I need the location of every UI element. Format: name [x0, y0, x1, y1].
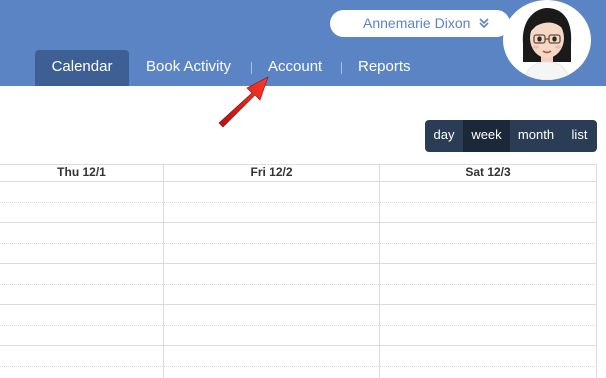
user-menu[interactable]: Annemarie Dixon	[330, 10, 510, 37]
slot-line	[0, 202, 597, 203]
slot-line	[0, 325, 597, 326]
tab-calendar[interactable]: Calendar	[35, 50, 129, 86]
view-day-button[interactable]: day	[425, 120, 463, 152]
slot-line	[0, 263, 597, 264]
view-month-button[interactable]: month	[510, 120, 562, 152]
avatar[interactable]	[503, 0, 591, 80]
view-switcher: day week month list	[425, 120, 597, 152]
tab-account-label: Account	[268, 58, 323, 75]
calendar-week-grid: Thu 12/1 Fri 12/2 Sat 12/3	[0, 164, 597, 378]
slot-line	[0, 243, 597, 244]
slot-line	[0, 345, 597, 346]
tab-reports-label: Reports	[358, 58, 411, 75]
avatar-illustration	[522, 8, 572, 80]
column-header-fri: Fri 12/2	[250, 165, 293, 179]
view-month-label: month	[517, 127, 555, 142]
column-header-thu: Thu 12/1	[57, 165, 106, 179]
tab-account[interactable]: Account	[268, 50, 322, 86]
view-week-button[interactable]: week	[463, 120, 510, 152]
nav-separator	[341, 62, 342, 74]
slot-line	[0, 284, 597, 285]
slot-line	[0, 366, 597, 367]
slot-line	[0, 304, 597, 305]
column-header-sat: Sat 12/3	[465, 165, 511, 179]
tab-reports[interactable]: Reports	[358, 50, 411, 86]
view-week-label: week	[471, 127, 502, 142]
double-chevron-down-icon[interactable]	[478, 16, 490, 30]
slot-line	[0, 222, 597, 223]
header-divider	[0, 181, 597, 182]
view-list-label: list	[571, 127, 588, 142]
tab-book-activity-label: Book Activity	[146, 58, 232, 75]
view-day-label: day	[433, 127, 455, 142]
view-list-button[interactable]: list	[562, 120, 597, 152]
user-name[interactable]: Annemarie Dixon	[363, 15, 470, 31]
pointer-arrow-icon	[218, 76, 269, 128]
top-header: Annemarie Dixon Calendar Book Activity A…	[0, 0, 606, 86]
tab-calendar-label: Calendar	[51, 58, 113, 75]
nav-separator	[251, 62, 252, 74]
